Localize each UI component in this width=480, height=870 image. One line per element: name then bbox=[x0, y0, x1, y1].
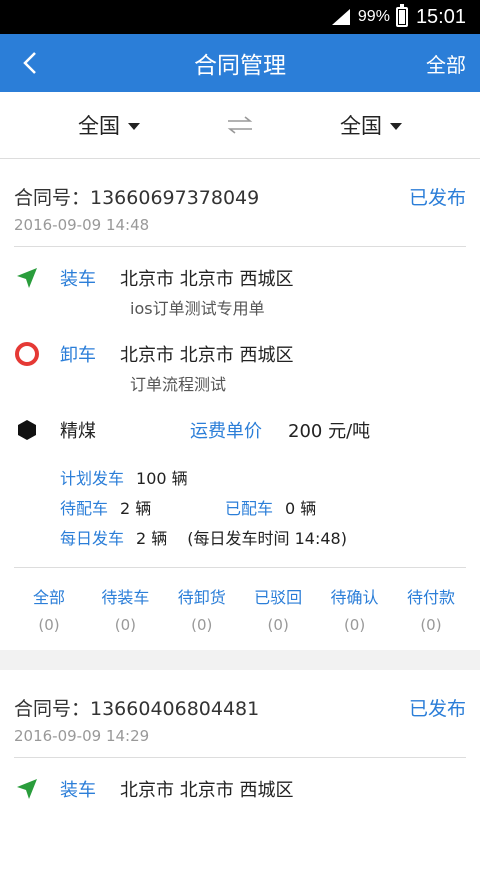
card-gap bbox=[0, 650, 480, 670]
stat-count: (0) bbox=[420, 616, 442, 634]
plan-value: 100 辆 bbox=[136, 469, 188, 488]
location-arrow-icon bbox=[14, 776, 40, 802]
from-region-label: 全国 bbox=[78, 114, 120, 138]
caret-down-icon bbox=[128, 122, 140, 130]
back-button[interactable] bbox=[0, 34, 60, 92]
region-filter-bar: 全国 全国 bbox=[0, 92, 480, 159]
clock: 15:01 bbox=[415, 5, 466, 28]
battery-percent: 99% bbox=[357, 8, 390, 25]
filter-all-button[interactable]: 全部 bbox=[426, 49, 466, 78]
assigned-value: 0 辆 bbox=[285, 499, 317, 518]
contract-date: 2016-09-09 14:48 bbox=[14, 216, 466, 247]
stat-all[interactable]: 全部 (0) bbox=[14, 584, 84, 634]
battery-icon bbox=[395, 4, 408, 27]
contract-card[interactable]: 合同号：13660406804481 已发布 2016-09-09 14:29 … bbox=[0, 670, 480, 870]
stat-label: 待付款 bbox=[406, 588, 455, 607]
stat-rejected[interactable]: 已驳回 (0) bbox=[243, 584, 313, 634]
signal-icon bbox=[331, 9, 350, 25]
daily-value: 2 辆 bbox=[136, 529, 168, 548]
location-arrow-icon bbox=[14, 265, 40, 291]
caret-down-icon bbox=[390, 122, 402, 130]
stat-to-pay[interactable]: 待付款 (0) bbox=[396, 584, 466, 634]
to-region-label: 全国 bbox=[340, 114, 382, 138]
load-label: 装车 bbox=[60, 780, 96, 801]
unload-note: 订单流程测试 bbox=[130, 375, 227, 394]
status-badge: 已发布 bbox=[408, 187, 466, 209]
assigned-label: 已配车 bbox=[225, 499, 274, 518]
from-region-select[interactable]: 全国 bbox=[78, 110, 140, 140]
status-badge: 已发布 bbox=[408, 698, 466, 720]
stat-count: (0) bbox=[343, 616, 366, 634]
stat-to-unload[interactable]: 待卸货 (0) bbox=[167, 584, 237, 634]
target-circle-icon bbox=[14, 341, 40, 367]
stat-to-load[interactable]: 待装车 (0) bbox=[90, 584, 160, 634]
load-row: 装车 北京市 北京市 西城区 bbox=[14, 265, 466, 291]
pending-label: 待配车 bbox=[60, 499, 109, 518]
stat-label: 待确认 bbox=[330, 588, 379, 607]
contract-card[interactable]: 合同号：13660697378049 已发布 2016-09-09 14:48 … bbox=[0, 159, 480, 650]
daily-label: 每日发车 bbox=[60, 529, 125, 548]
contract-date: 2016-09-09 14:29 bbox=[14, 727, 466, 758]
load-note: ios订单测试专用单 bbox=[130, 299, 265, 318]
pending-value: 2 辆 bbox=[120, 499, 152, 518]
stat-label: 全部 bbox=[32, 588, 65, 607]
stat-count: (0) bbox=[38, 616, 60, 634]
nav-bar: 合同管理 全部 bbox=[0, 34, 480, 92]
goods-name: 精煤 bbox=[60, 421, 96, 442]
unload-label: 卸车 bbox=[60, 345, 96, 366]
stat-count: (0) bbox=[267, 616, 289, 634]
daily-time: (每日发车时间 14:48) bbox=[187, 529, 347, 548]
load-row: 装车 北京市 北京市 西城区 bbox=[14, 776, 466, 802]
stat-count: (0) bbox=[191, 616, 213, 634]
dispatch-plan: 计划发车 100 辆 待配车 2 辆 已配车 0 辆 每日发车 2 辆 (每日发… bbox=[60, 465, 466, 549]
status-bar: 99% 15:01 bbox=[0, 0, 480, 34]
unload-address: 北京市 北京市 西城区 bbox=[120, 345, 294, 366]
swap-icon[interactable] bbox=[226, 115, 254, 135]
contract-number: 合同号：13660406804481 bbox=[14, 698, 260, 720]
stat-to-confirm[interactable]: 待确认 (0) bbox=[320, 584, 390, 634]
contract-number: 合同号：13660697378049 bbox=[14, 187, 260, 209]
stat-label: 已驳回 bbox=[254, 588, 303, 607]
to-region-select[interactable]: 全国 bbox=[340, 110, 402, 140]
goods-row: 精煤 运费单价 200 元/吨 bbox=[14, 417, 466, 443]
stat-label: 待卸货 bbox=[177, 588, 226, 607]
plan-label: 计划发车 bbox=[60, 469, 125, 488]
page-title: 合同管理 bbox=[194, 53, 286, 79]
load-address: 北京市 北京市 西城区 bbox=[120, 269, 294, 290]
stat-label: 待装车 bbox=[101, 588, 150, 607]
freight-label: 运费单价 bbox=[190, 421, 262, 442]
load-address: 北京市 北京市 西城区 bbox=[120, 780, 294, 801]
hexagon-icon bbox=[14, 417, 40, 443]
freight-value: 200 元/吨 bbox=[288, 421, 371, 442]
unload-row: 卸车 北京市 北京市 西城区 bbox=[14, 341, 466, 367]
order-stats: 全部 (0) 待装车 (0) 待卸货 (0) 已驳回 (0) 待确认 (0) 待… bbox=[14, 567, 466, 650]
stat-count: (0) bbox=[114, 616, 137, 634]
load-label: 装车 bbox=[60, 269, 96, 290]
chevron-left-icon bbox=[23, 52, 36, 74]
